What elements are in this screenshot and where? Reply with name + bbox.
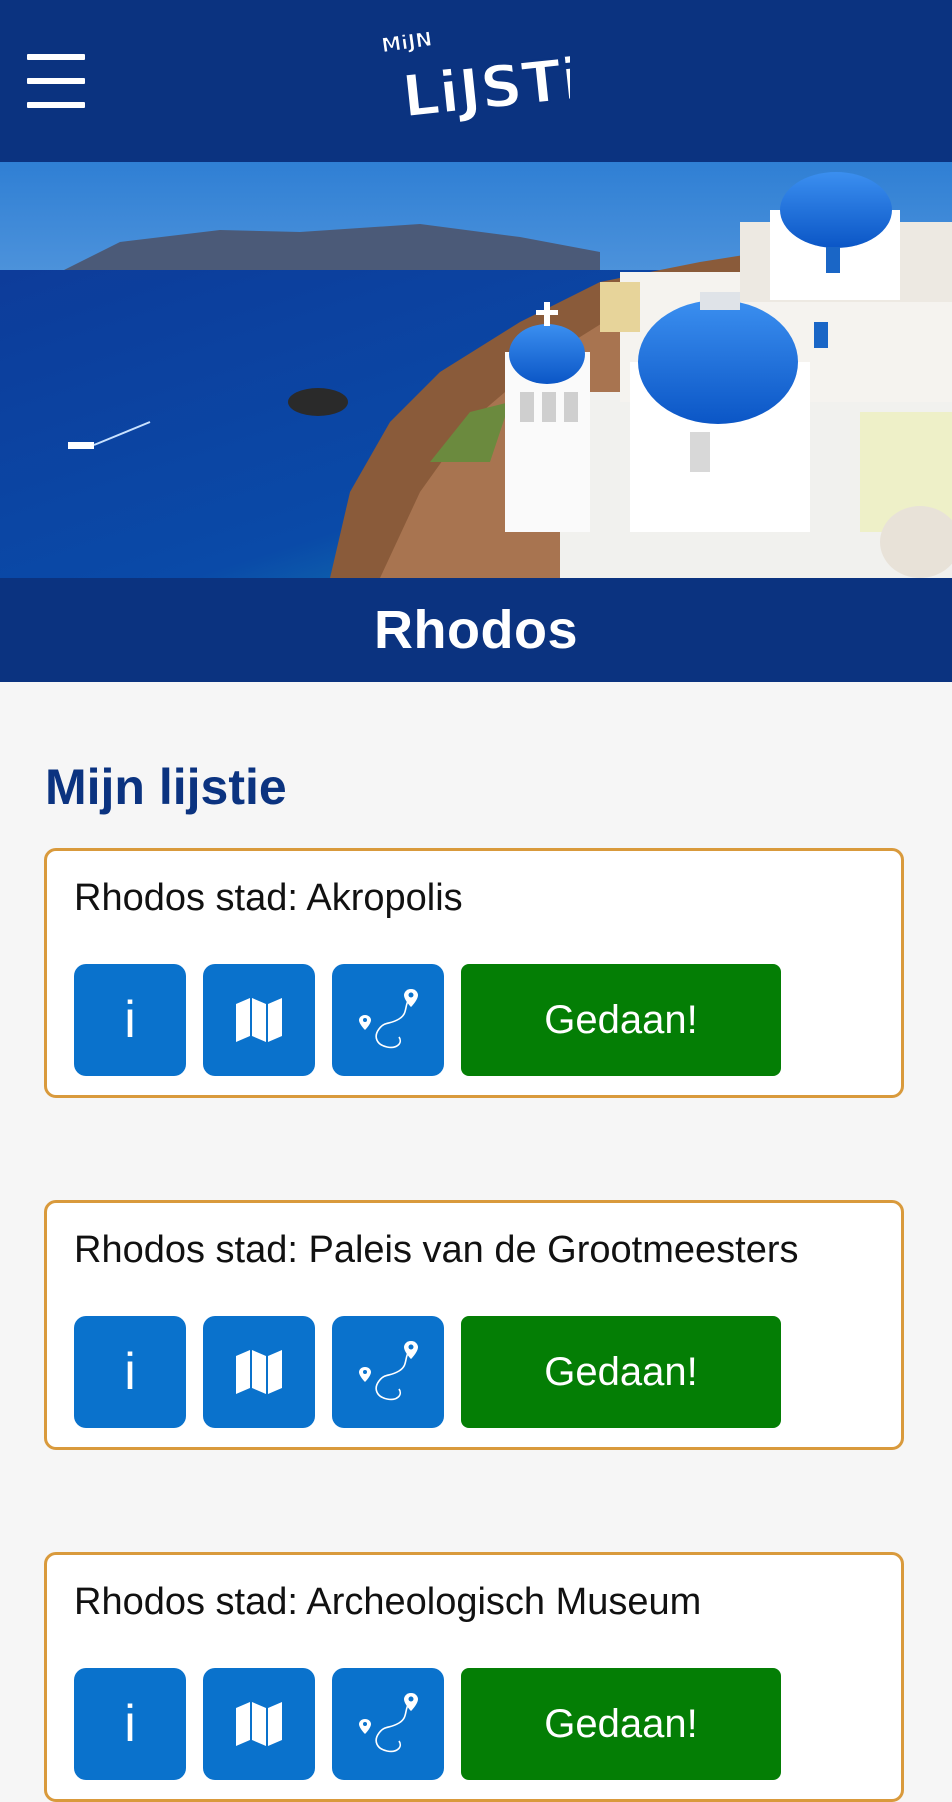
info-icon: i (124, 1695, 136, 1753)
map-button[interactable] (203, 1316, 315, 1428)
done-button[interactable]: Gedaan! (461, 1668, 781, 1780)
top-bar: MiJN LiJSTiE LiJSTiE (0, 0, 952, 162)
map-icon (236, 1350, 282, 1394)
list-item-title: Rhodos stad: Paleis van de Grootmeesters (74, 1229, 799, 1271)
route-button[interactable] (332, 964, 444, 1076)
map-icon (236, 1702, 282, 1746)
list-item-card: Rhodos stad: Archeologisch Museum i Geda… (44, 1552, 904, 1802)
list-item-card: Rhodos stad: Paleis van de Grootmeesters… (44, 1200, 904, 1450)
svg-text:MiJN: MiJN (380, 28, 434, 57)
info-button[interactable]: i (74, 964, 186, 1076)
route-button[interactable] (332, 1668, 444, 1780)
section-title: Mijn lijstie (45, 759, 287, 815)
map-icon (236, 998, 282, 1042)
list-item-title: Rhodos stad: Archeologisch Museum (74, 1581, 702, 1623)
map-button[interactable] (203, 1668, 315, 1780)
list-item-title: Rhodos stad: Akropolis (74, 877, 463, 919)
svg-text:LiJSTiE: LiJSTiE (399, 40, 570, 123)
hamburger-menu-icon[interactable] (27, 54, 85, 112)
done-button[interactable]: Gedaan! (461, 1316, 781, 1428)
mijn-lijstje-logo[interactable]: MiJN LiJSTiE LiJSTiE (379, 26, 625, 132)
info-icon: i (124, 991, 136, 1049)
route-icon (359, 989, 418, 1049)
map-button[interactable] (203, 964, 315, 1076)
info-button[interactable]: i (74, 1668, 186, 1780)
route-icon (359, 1341, 418, 1401)
info-button[interactable]: i (74, 1316, 186, 1428)
done-button[interactable]: Gedaan! (461, 964, 781, 1076)
route-button[interactable] (332, 1316, 444, 1428)
info-icon: i (124, 1343, 136, 1401)
list-item-card: Rhodos stad: Akropolis i Gedaan! (44, 848, 904, 1098)
page-title-bar: Rhodos (0, 578, 952, 682)
page-title: Rhodos (374, 600, 578, 660)
hero-image (0, 162, 952, 578)
route-icon (359, 1693, 418, 1753)
